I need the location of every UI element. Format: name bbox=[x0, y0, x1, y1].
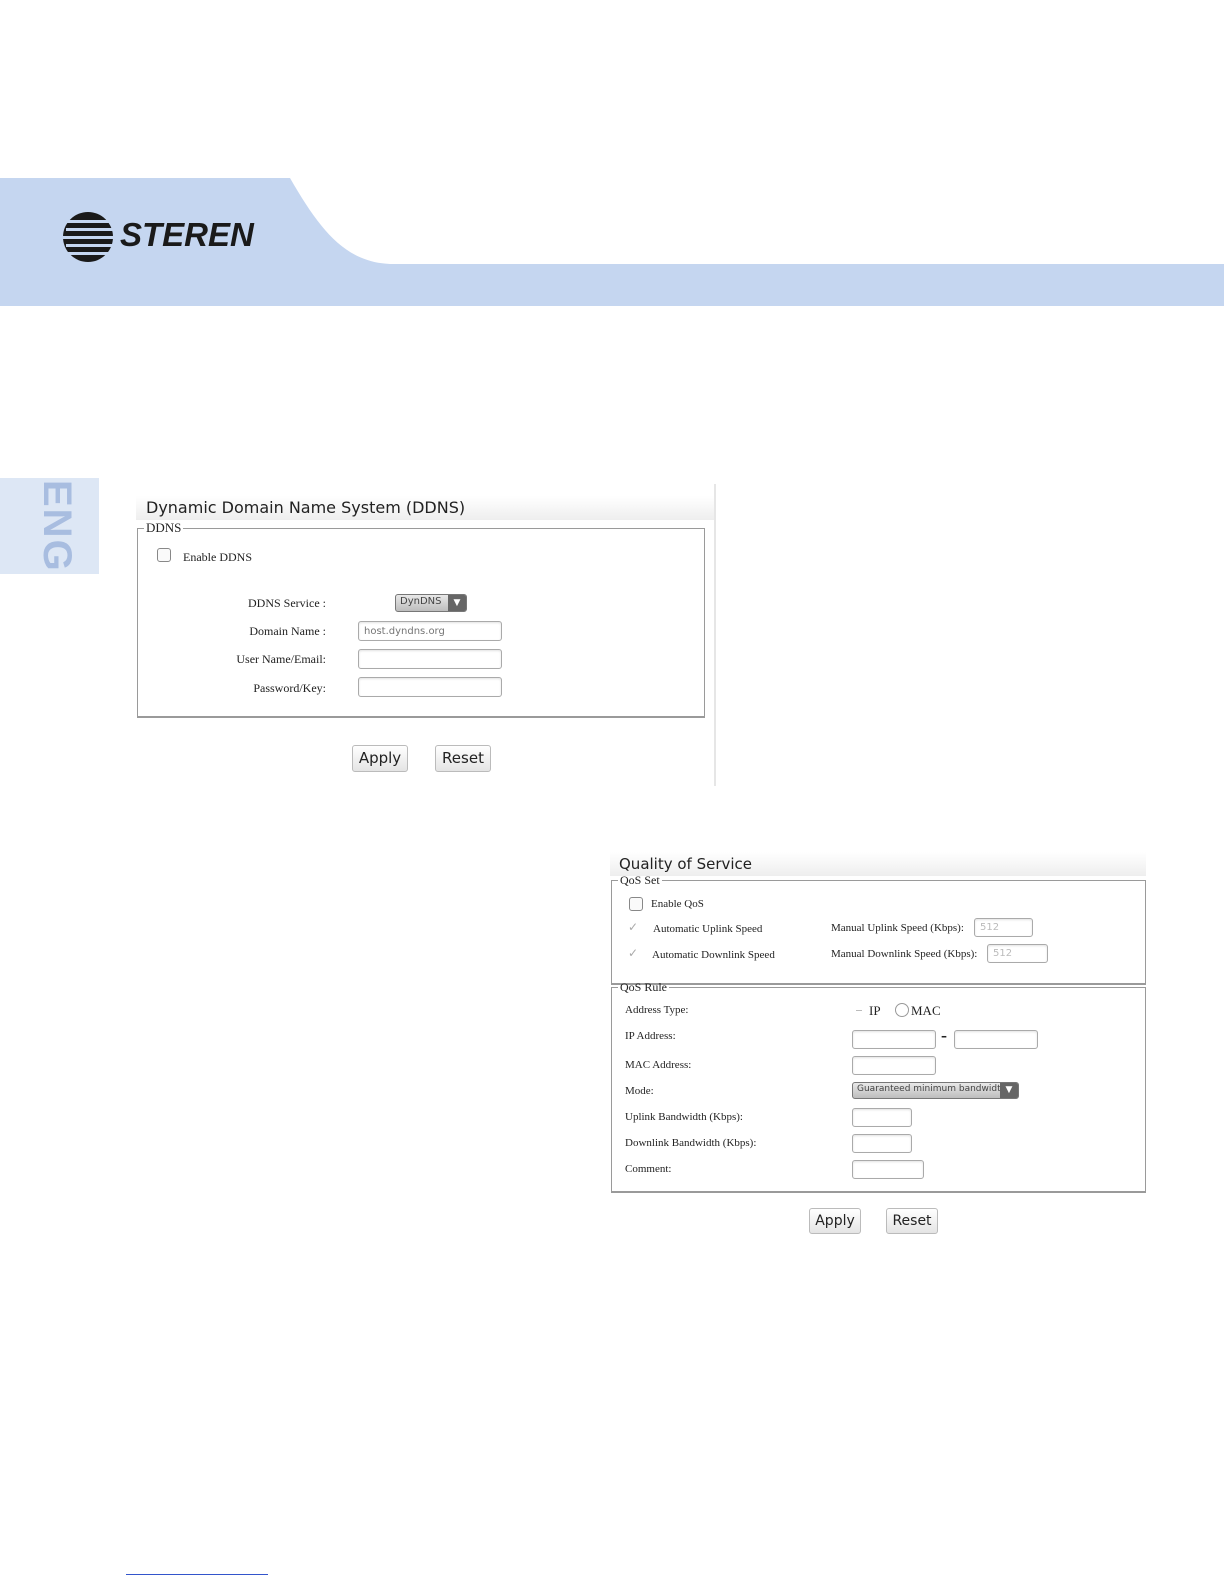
username-email-label: User Name/Email: bbox=[236, 652, 326, 666]
ddns-panel-right-border bbox=[714, 484, 716, 786]
steren-logo: STEREN bbox=[62, 210, 254, 269]
manual-uplink-input[interactable] bbox=[974, 918, 1033, 937]
steren-logo-icon bbox=[62, 212, 118, 262]
comment-label: Comment: bbox=[625, 1163, 672, 1175]
comment-input[interactable] bbox=[852, 1160, 924, 1179]
mode-select[interactable]: Guaranteed minimum bandwidth ▼ bbox=[852, 1082, 1019, 1099]
ddns-service-value: DynDNS bbox=[400, 596, 442, 607]
qos-panel: Quality of Service QoS Set Enable QoS ✓ … bbox=[610, 852, 1146, 1252]
header-band bbox=[0, 178, 1224, 306]
manual-downlink-input[interactable] bbox=[987, 944, 1048, 963]
domain-name-input[interactable] bbox=[358, 621, 502, 641]
chevron-down-icon: ▼ bbox=[448, 595, 466, 611]
auto-uplink-label: Automatic Uplink Speed bbox=[653, 923, 763, 935]
auto-downlink-label: Automatic Downlink Speed bbox=[652, 949, 775, 961]
ddns-panel: Dynamic Domain Name System (DDNS) DDNS E… bbox=[136, 484, 716, 786]
password-key-input[interactable] bbox=[358, 677, 502, 697]
address-type-label: Address Type: bbox=[625, 1004, 689, 1016]
enable-qos-label: Enable QoS bbox=[651, 898, 704, 910]
uplink-bandwidth-label: Uplink Bandwidth (Kbps): bbox=[625, 1111, 743, 1123]
mac-radio[interactable] bbox=[895, 1003, 909, 1017]
domain-name-label: Domain Name : bbox=[249, 624, 326, 638]
ddns-group-legend: DDNS bbox=[146, 520, 182, 535]
enable-qos-checkbox[interactable] bbox=[629, 897, 643, 911]
qos-set-legend: QoS Set bbox=[620, 873, 660, 887]
mode-value: Guaranteed minimum bandwidth bbox=[857, 1084, 1007, 1094]
auto-downlink-check-icon[interactable]: ✓ bbox=[628, 946, 638, 960]
ip-radio-label: IP bbox=[869, 1003, 881, 1018]
ip-address-start-input[interactable] bbox=[852, 1030, 936, 1049]
qos-apply-button[interactable]: Apply bbox=[809, 1208, 861, 1234]
ip-range-separator: - bbox=[941, 1025, 947, 1045]
mac-address-label: MAC Address: bbox=[625, 1059, 692, 1071]
ip-address-end-input[interactable] bbox=[954, 1030, 1038, 1049]
manual-downlink-label: Manual Downlink Speed (Kbps): bbox=[831, 948, 978, 960]
ddns-reset-button[interactable]: Reset bbox=[435, 745, 491, 772]
qos-reset-button[interactable]: Reset bbox=[886, 1208, 938, 1234]
password-key-label: Password/Key: bbox=[253, 681, 326, 695]
mac-address-input[interactable] bbox=[852, 1056, 936, 1075]
enable-ddns-label: Enable DDNS bbox=[183, 550, 252, 564]
mode-label: Mode: bbox=[625, 1085, 654, 1097]
enable-ddns-checkbox[interactable] bbox=[157, 548, 171, 562]
language-tab: ENG bbox=[0, 478, 99, 574]
downlink-bandwidth-label: Downlink Bandwidth (Kbps): bbox=[625, 1137, 757, 1149]
mac-radio-label: MAC bbox=[911, 1003, 941, 1018]
ddns-service-select[interactable]: DynDNS ▼ bbox=[395, 594, 467, 612]
ip-address-label: IP Address: bbox=[625, 1030, 676, 1042]
downlink-bandwidth-input[interactable] bbox=[852, 1134, 912, 1153]
ddns-service-label: DDNS Service : bbox=[248, 596, 326, 610]
manual-uplink-label: Manual Uplink Speed (Kbps): bbox=[831, 922, 964, 934]
footer-link-underline[interactable] bbox=[126, 1574, 268, 1575]
qos-rule-legend: QoS Rule bbox=[620, 980, 668, 994]
chevron-down-icon: ▼ bbox=[1000, 1083, 1018, 1098]
auto-uplink-check-icon[interactable]: ✓ bbox=[628, 920, 638, 934]
language-tab-label: ENG bbox=[35, 479, 79, 573]
ddns-panel-title: Dynamic Domain Name System (DDNS) bbox=[136, 496, 714, 520]
username-email-input[interactable] bbox=[358, 649, 502, 669]
ip-radio[interactable] bbox=[856, 1010, 862, 1011]
uplink-bandwidth-input[interactable] bbox=[852, 1108, 912, 1127]
ddns-apply-button[interactable]: Apply bbox=[352, 745, 408, 772]
logo-wordmark: STEREN bbox=[120, 216, 254, 253]
